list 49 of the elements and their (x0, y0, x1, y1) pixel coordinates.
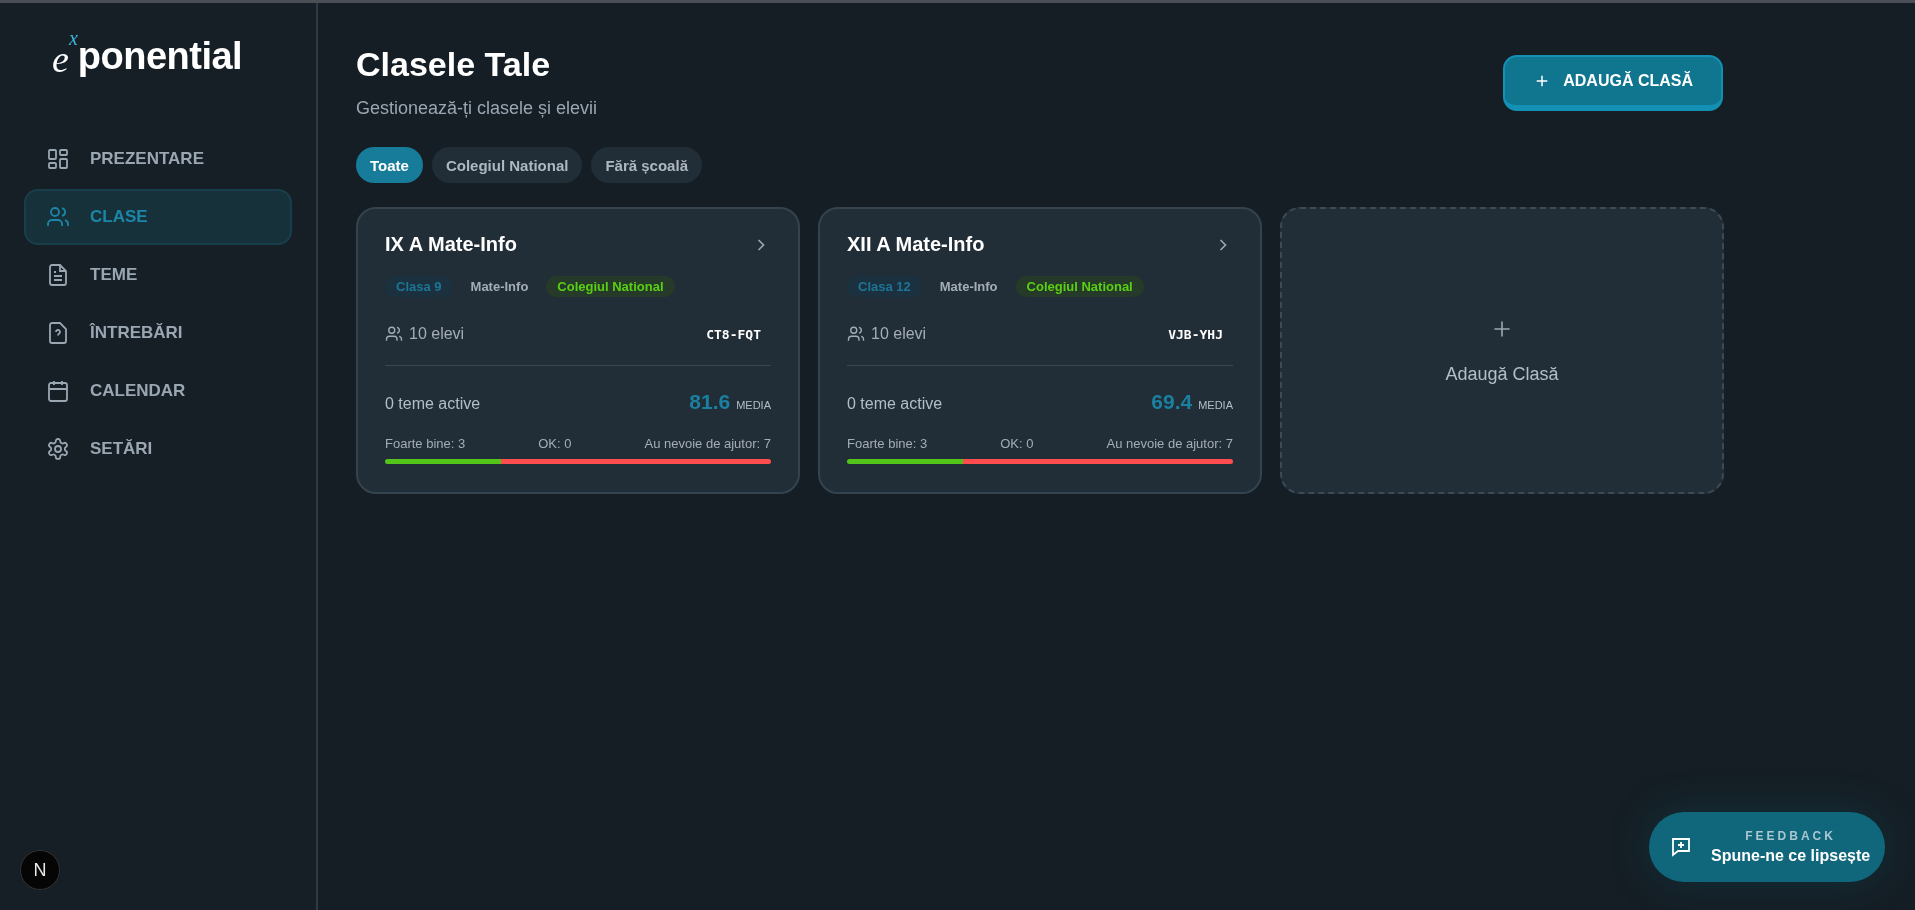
add-class-button[interactable]: ADAUGĂ CLASĂ (1503, 55, 1723, 111)
class-tag: Colegiul National (546, 276, 675, 297)
filter-chip[interactable]: Colegiul National (431, 147, 583, 183)
active-assignments: 0 teme active (385, 395, 481, 413)
settings-icon (46, 437, 70, 461)
average-label: MEDIA (1198, 399, 1233, 411)
class-tag: Mate-Info (464, 276, 535, 297)
average-value: 81.6 (689, 390, 731, 414)
average-value: 69.4 (1151, 390, 1193, 414)
message-plus-icon (1669, 835, 1693, 859)
class-tag: Clasa 12 (847, 276, 922, 297)
filter-chip[interactable]: Toate (356, 147, 423, 183)
page-subtitle: Gestionează-ți clasele și elevii (356, 98, 598, 119)
calendar-icon (46, 379, 70, 403)
class-code: VJB-YHJ (1168, 326, 1223, 342)
filter-chip[interactable]: Fără școală (591, 147, 702, 183)
class-tag: Clasa 9 (385, 276, 453, 297)
student-count: 10 elevi (871, 325, 927, 343)
active-assignments: 0 teme active (847, 395, 943, 413)
dev-badge[interactable]: N (20, 850, 60, 890)
class-title: IX A Mate-Info (385, 233, 517, 256)
student-count: 10 elevi (409, 325, 465, 343)
grid-icon (46, 147, 70, 171)
legend-label: OK: 0 (538, 436, 572, 451)
average-label: MEDIA (736, 399, 771, 411)
class-card[interactable]: IX A Mate-Info Clasa 9 Mate-Info Colegiul National 10 elevi CT8-FQT 0 teme active 81.6 MEDIA Foarte bine: 3 OK: 0 Au nevoie de ajutor: 7 (356, 207, 800, 494)
legend-label: Foarte bine: 3 (385, 436, 466, 451)
class-tag: Colegiul National (1015, 276, 1144, 297)
legend-label: Au nevoie de ajutor: 7 (644, 436, 771, 451)
legend-label: Foarte bine: 3 (847, 436, 928, 451)
class-title: XII A Mate-Info (847, 233, 985, 256)
nav-item[interactable]: PREZENTARE (24, 131, 292, 187)
document-icon (46, 263, 70, 287)
question-document-icon (46, 321, 70, 345)
page-title: Clasele Tale (356, 45, 552, 84)
users-icon (46, 205, 70, 229)
nav-item[interactable]: TEME (24, 247, 292, 303)
users-icon (847, 325, 865, 343)
nav-item[interactable]: ÎNTREBĂRI (24, 305, 292, 361)
nav-item[interactable]: SETĂRI (24, 421, 292, 477)
add-class-card[interactable]: Adaugă Clasă (1280, 207, 1724, 494)
legend-label: OK: 0 (1000, 436, 1034, 451)
class-tag: Mate-Info (933, 276, 1004, 297)
feedback-button[interactable]: FEEDBACK Spune-ne ce lipsește (1649, 812, 1885, 882)
nav-item[interactable]: CALENDAR (24, 363, 292, 419)
legend-label: Au nevoie de ajutor: 7 (1106, 436, 1233, 451)
users-icon (385, 325, 403, 343)
class-code: CT8-FQT (706, 326, 761, 342)
class-card[interactable]: XII A Mate-Info Clasa 12 Mate-Info Colegiul National 10 elevi VJB-YHJ 0 teme active 69.4 MEDIA Foarte bine: 3 OK: 0 Au nevoie de ajutor: 7 (818, 207, 1262, 494)
